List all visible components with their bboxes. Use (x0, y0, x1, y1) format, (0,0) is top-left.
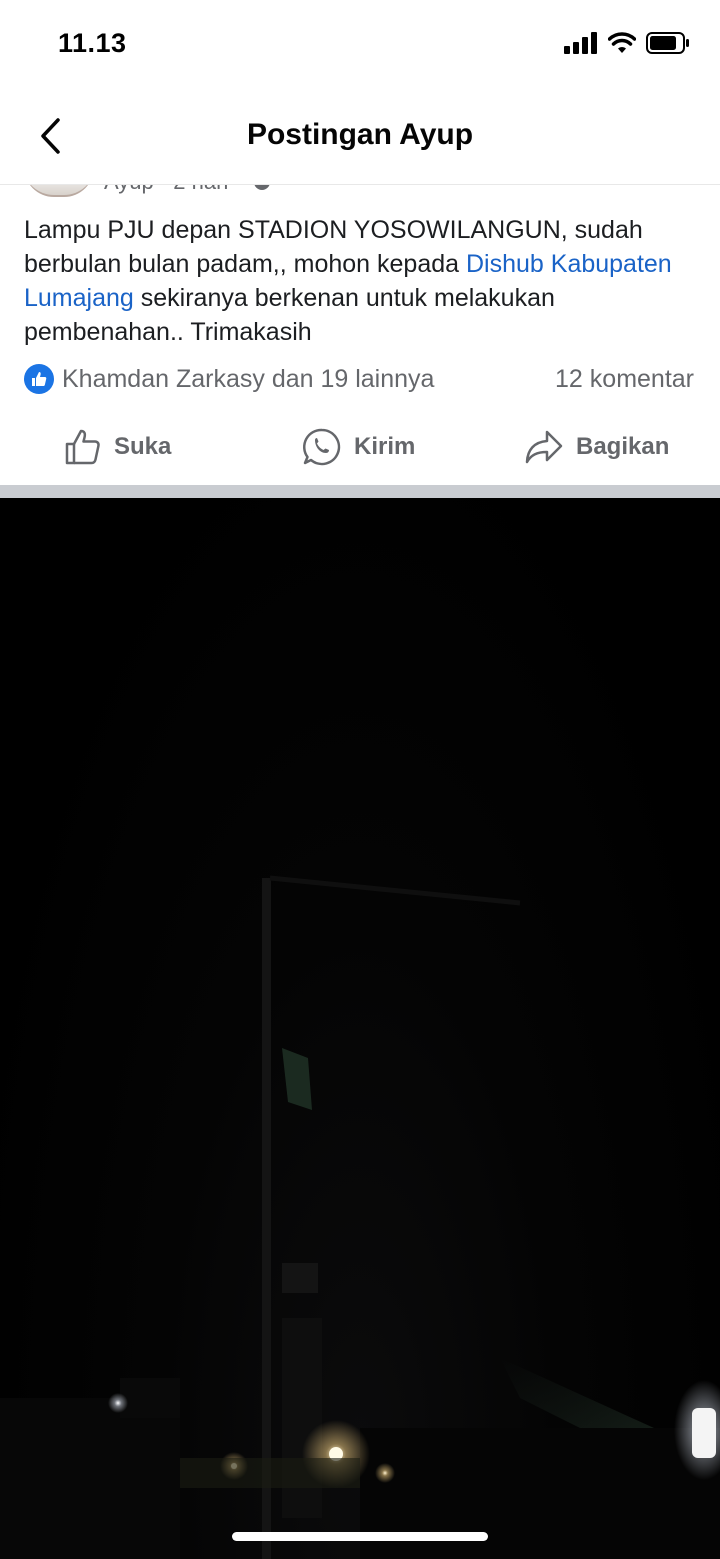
like-reaction-icon (24, 364, 54, 394)
status-time: 11.13 (58, 28, 127, 58)
post-text: Lampu PJU depan STADION YOSOWILANGUN, su… (24, 213, 704, 349)
wifi-icon (608, 32, 636, 53)
post-author-strip: Ayup · 2 hari · (24, 185, 272, 197)
feed-divider (0, 485, 720, 498)
comments-count[interactable]: 12 komentar (555, 365, 694, 394)
signal-icon (564, 32, 597, 54)
thumbs-up-icon (65, 429, 100, 465)
reactions-summary[interactable]: Khamdan Zarkasy dan 19 lainnya (24, 364, 434, 394)
nav-bar: Postingan Ayup (0, 90, 720, 185)
send-label: Kirim (354, 433, 416, 460)
status-bar: 11.13 (0, 0, 720, 90)
share-button[interactable]: Bagikan (524, 429, 669, 465)
avatar[interactable] (24, 185, 94, 197)
home-indicator (232, 1532, 488, 1541)
like-label: Suka (114, 433, 172, 460)
globe-icon (254, 185, 270, 190)
like-button[interactable]: Suka (64, 428, 171, 466)
reactions-row: Khamdan Zarkasy dan 19 lainnya 12 koment… (24, 362, 694, 396)
send-button[interactable]: Kirim (302, 427, 415, 467)
share-arrow-icon (525, 430, 563, 464)
post-photo[interactable] (0, 498, 720, 1559)
post-author-meta[interactable]: Ayup · 2 hari · (104, 185, 242, 195)
battery-icon (646, 32, 689, 54)
post-card: Ayup · 2 hari · Lampu PJU depan STADION … (0, 185, 720, 485)
share-label: Bagikan (576, 433, 670, 460)
post-actions: Suka Kirim Bagikan (0, 423, 720, 471)
status-icons (564, 32, 690, 54)
reactions-text: Khamdan Zarkasy dan 19 lainnya (62, 364, 435, 393)
page-title: Postingan Ayup (246, 118, 474, 151)
night-street-image (0, 875, 720, 1559)
whatsapp-icon (303, 428, 341, 466)
